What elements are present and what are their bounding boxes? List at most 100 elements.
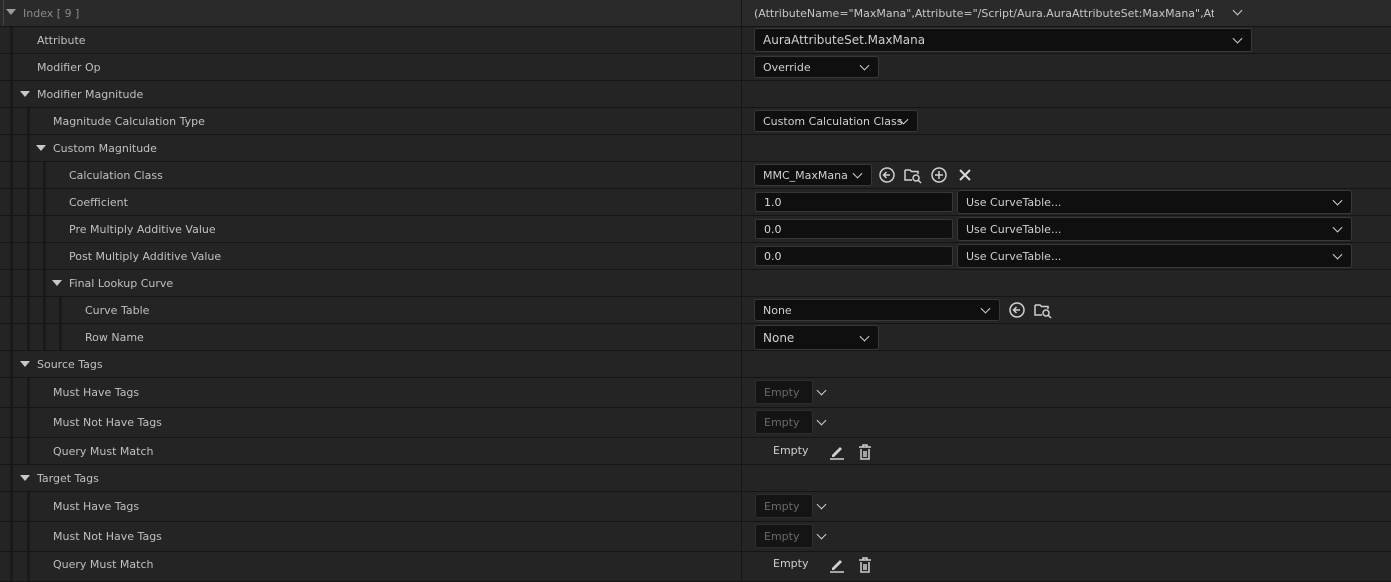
chevron-down-icon[interactable] xyxy=(816,385,827,396)
edit-icon[interactable] xyxy=(828,556,846,574)
chevron-down-icon xyxy=(1332,222,1343,233)
target-tags-label: Target Tags xyxy=(37,471,99,485)
chevron-down-icon[interactable] xyxy=(816,415,827,426)
pre-multiply-label: Pre Multiply Additive Value xyxy=(69,222,216,236)
magnitude-calc-type-dropdown[interactable]: Custom Calculation Class xyxy=(754,110,918,132)
chevron-down-icon xyxy=(852,168,863,179)
source-tags-label: Source Tags xyxy=(37,357,103,371)
row-name-label: Row Name xyxy=(85,330,144,344)
source-query-value: Empty xyxy=(773,444,809,457)
source-must-have-label: Must Have Tags xyxy=(53,386,140,399)
target-must-not-have-row: Must Not Have Tags Empty xyxy=(0,522,1391,552)
index-value-text: (AttributeName="MaxMana",Attribute="/Scr… xyxy=(754,6,1214,20)
post-multiply-curve-dropdown[interactable]: Use CurveTable... xyxy=(957,244,1352,268)
coefficient-curve-value: Use CurveTable... xyxy=(966,195,1062,209)
attribute-row: Attribute AuraAttributeSet.MaxMana xyxy=(0,27,1391,54)
modifier-magnitude-label: Modifier Magnitude xyxy=(37,87,144,101)
target-query-row: Query Must Match Empty xyxy=(0,552,1391,582)
pre-multiply-curve-value: Use CurveTable... xyxy=(966,222,1062,236)
collapse-arrow-icon[interactable] xyxy=(6,9,16,15)
drag-handle[interactable] xyxy=(3,0,4,26)
curve-table-label: Curve Table xyxy=(85,303,150,317)
row-name-value: None xyxy=(763,330,795,345)
pre-multiply-input[interactable]: 0.0 xyxy=(755,219,953,239)
modifier-op-dropdown[interactable]: Override xyxy=(754,56,879,78)
browse-icon[interactable] xyxy=(1034,301,1052,319)
expand-arrow-icon[interactable] xyxy=(52,280,62,286)
source-must-not-have-tags[interactable]: Empty xyxy=(755,410,813,434)
attribute-dropdown[interactable]: AuraAttributeSet.MaxMana xyxy=(754,28,1252,52)
magnitude-calc-type-value: Custom Calculation Class xyxy=(763,114,903,128)
target-query-label: Query Must Match xyxy=(53,557,154,571)
chevron-down-icon xyxy=(1332,249,1343,260)
custom-magnitude-row[interactable]: Custom Magnitude xyxy=(0,135,1391,162)
browse-icon[interactable] xyxy=(904,166,922,184)
source-must-not-have-label: Must Not Have Tags xyxy=(53,416,162,429)
source-tags-row[interactable]: Source Tags xyxy=(0,351,1391,378)
curve-table-dropdown[interactable]: None xyxy=(754,299,1000,321)
coefficient-row: Coefficient 1.0 Use CurveTable... xyxy=(0,189,1391,216)
row-name-dropdown[interactable]: None xyxy=(754,325,879,350)
coefficient-label: Coefficient xyxy=(69,195,128,209)
source-query-label: Query Must Match xyxy=(53,444,154,458)
chevron-down-icon[interactable] xyxy=(816,499,827,510)
expand-arrow-icon[interactable] xyxy=(36,145,46,151)
index-label: Index [ 9 ] xyxy=(23,6,80,20)
coefficient-input[interactable]: 1.0 xyxy=(755,192,953,212)
modifier-magnitude-row[interactable]: Modifier Magnitude xyxy=(0,81,1391,108)
target-must-have-label: Must Have Tags xyxy=(53,500,140,513)
target-must-not-have-label: Must Not Have Tags xyxy=(53,530,162,543)
calculation-class-row: Calculation Class MMC_MaxMana xyxy=(0,162,1391,189)
final-lookup-curve-label: Final Lookup Curve xyxy=(69,276,174,290)
modifier-op-row: Modifier Op Override xyxy=(0,54,1391,81)
magnitude-calc-type-label: Magnitude Calculation Type xyxy=(53,114,205,128)
final-lookup-curve-row[interactable]: Final Lookup Curve xyxy=(0,270,1391,297)
index-header-row[interactable]: Index [ 9 ] (AttributeName="MaxMana",Att… xyxy=(0,0,1391,27)
target-must-not-have-tags[interactable]: Empty xyxy=(755,524,813,548)
row-name-row: Row Name None xyxy=(0,324,1391,351)
calculation-class-value: MMC_MaxMana xyxy=(763,168,848,182)
chevron-down-icon xyxy=(1232,33,1243,44)
add-icon[interactable] xyxy=(930,166,948,184)
modifier-op-value: Override xyxy=(763,60,811,74)
expand-arrow-icon[interactable] xyxy=(20,361,30,367)
target-must-have-tags[interactable]: Empty xyxy=(755,494,813,518)
post-multiply-curve-value: Use CurveTable... xyxy=(966,249,1062,263)
use-selected-icon[interactable] xyxy=(1008,301,1026,319)
source-must-have-tags[interactable]: Empty xyxy=(755,380,813,404)
attribute-value: AuraAttributeSet.MaxMana xyxy=(763,33,926,47)
pre-multiply-curve-dropdown[interactable]: Use CurveTable... xyxy=(957,217,1352,241)
edit-icon[interactable] xyxy=(828,443,846,461)
curve-table-value: None xyxy=(763,303,792,317)
chevron-down-icon xyxy=(1332,195,1343,206)
calculation-class-label: Calculation Class xyxy=(69,168,163,182)
attribute-label: Attribute xyxy=(37,33,86,47)
post-multiply-label: Post Multiply Additive Value xyxy=(69,249,222,263)
chevron-down-icon xyxy=(859,331,870,342)
magnitude-calc-type-row: Magnitude Calculation Type Custom Calcul… xyxy=(0,108,1391,135)
target-must-have-row: Must Have Tags Empty xyxy=(0,492,1391,522)
chevron-down-icon xyxy=(859,60,870,71)
target-tags-row[interactable]: Target Tags xyxy=(0,465,1391,492)
expand-arrow-icon[interactable] xyxy=(20,475,30,481)
calculation-class-dropdown[interactable]: MMC_MaxMana xyxy=(754,164,872,186)
chevron-down-icon xyxy=(980,303,991,314)
use-selected-icon[interactable] xyxy=(878,166,896,184)
clear-icon[interactable] xyxy=(956,166,974,184)
source-query-row: Query Must Match Empty xyxy=(0,438,1391,465)
post-multiply-row: Post Multiply Additive Value 0.0 Use Cur… xyxy=(0,243,1391,270)
delete-icon[interactable] xyxy=(856,443,874,461)
curve-table-row: Curve Table None xyxy=(0,297,1391,324)
modifier-op-label: Modifier Op xyxy=(37,60,101,74)
source-must-have-row: Must Have Tags Empty xyxy=(0,378,1391,408)
custom-magnitude-label: Custom Magnitude xyxy=(53,141,157,155)
coefficient-curve-dropdown[interactable]: Use CurveTable... xyxy=(957,190,1352,214)
delete-icon[interactable] xyxy=(856,556,874,574)
post-multiply-input[interactable]: 0.0 xyxy=(755,246,953,266)
target-query-value: Empty xyxy=(773,557,809,570)
source-must-not-have-row: Must Not Have Tags Empty xyxy=(0,408,1391,438)
pre-multiply-row: Pre Multiply Additive Value 0.0 Use Curv… xyxy=(0,216,1391,243)
chevron-down-icon[interactable] xyxy=(1232,5,1243,16)
expand-arrow-icon[interactable] xyxy=(20,91,30,97)
chevron-down-icon[interactable] xyxy=(816,529,827,540)
